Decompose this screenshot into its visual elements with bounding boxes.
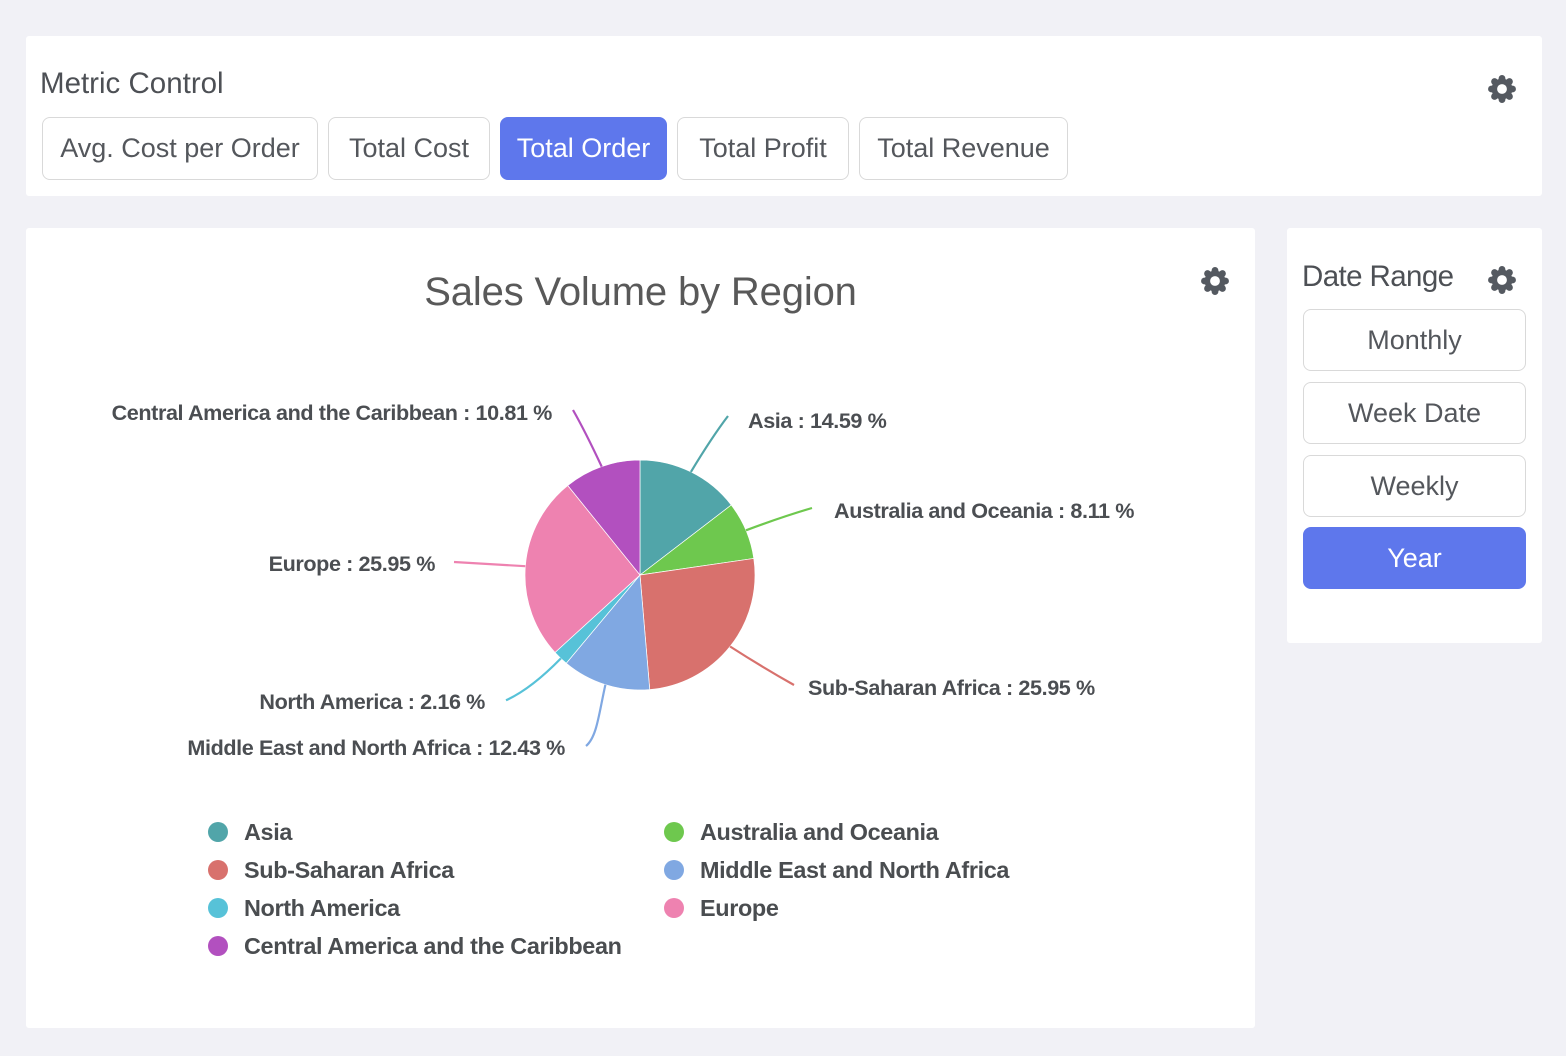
- svg-text:Asia: Asia: [244, 819, 293, 845]
- svg-text:Central America and the Caribb: Central America and the Caribbean : 10.8…: [112, 400, 553, 425]
- svg-text:Europe: Europe: [700, 895, 779, 921]
- svg-text:Europe : 25.95 %: Europe : 25.95 %: [269, 551, 436, 576]
- svg-text:Sub-Saharan Africa : 25.95 %: Sub-Saharan Africa : 25.95 %: [808, 675, 1095, 700]
- svg-text:Australia and Oceania : 8.11 %: Australia and Oceania : 8.11 %: [834, 498, 1134, 523]
- svg-text:Australia and Oceania: Australia and Oceania: [700, 819, 940, 845]
- svg-text:Central America and the Caribb: Central America and the Caribbean: [244, 933, 622, 959]
- svg-text:North America : 2.16 %: North America : 2.16 %: [259, 689, 485, 714]
- svg-text:Middle East and North Africa: Middle East and North Africa: [700, 857, 1010, 883]
- svg-text:Asia : 14.59 %: Asia : 14.59 %: [748, 408, 887, 433]
- svg-text:Middle East and North Africa :: Middle East and North Africa : 12.43 %: [187, 735, 565, 760]
- svg-text:Sub-Saharan Africa: Sub-Saharan Africa: [244, 857, 455, 883]
- svg-text:North America: North America: [244, 895, 401, 921]
